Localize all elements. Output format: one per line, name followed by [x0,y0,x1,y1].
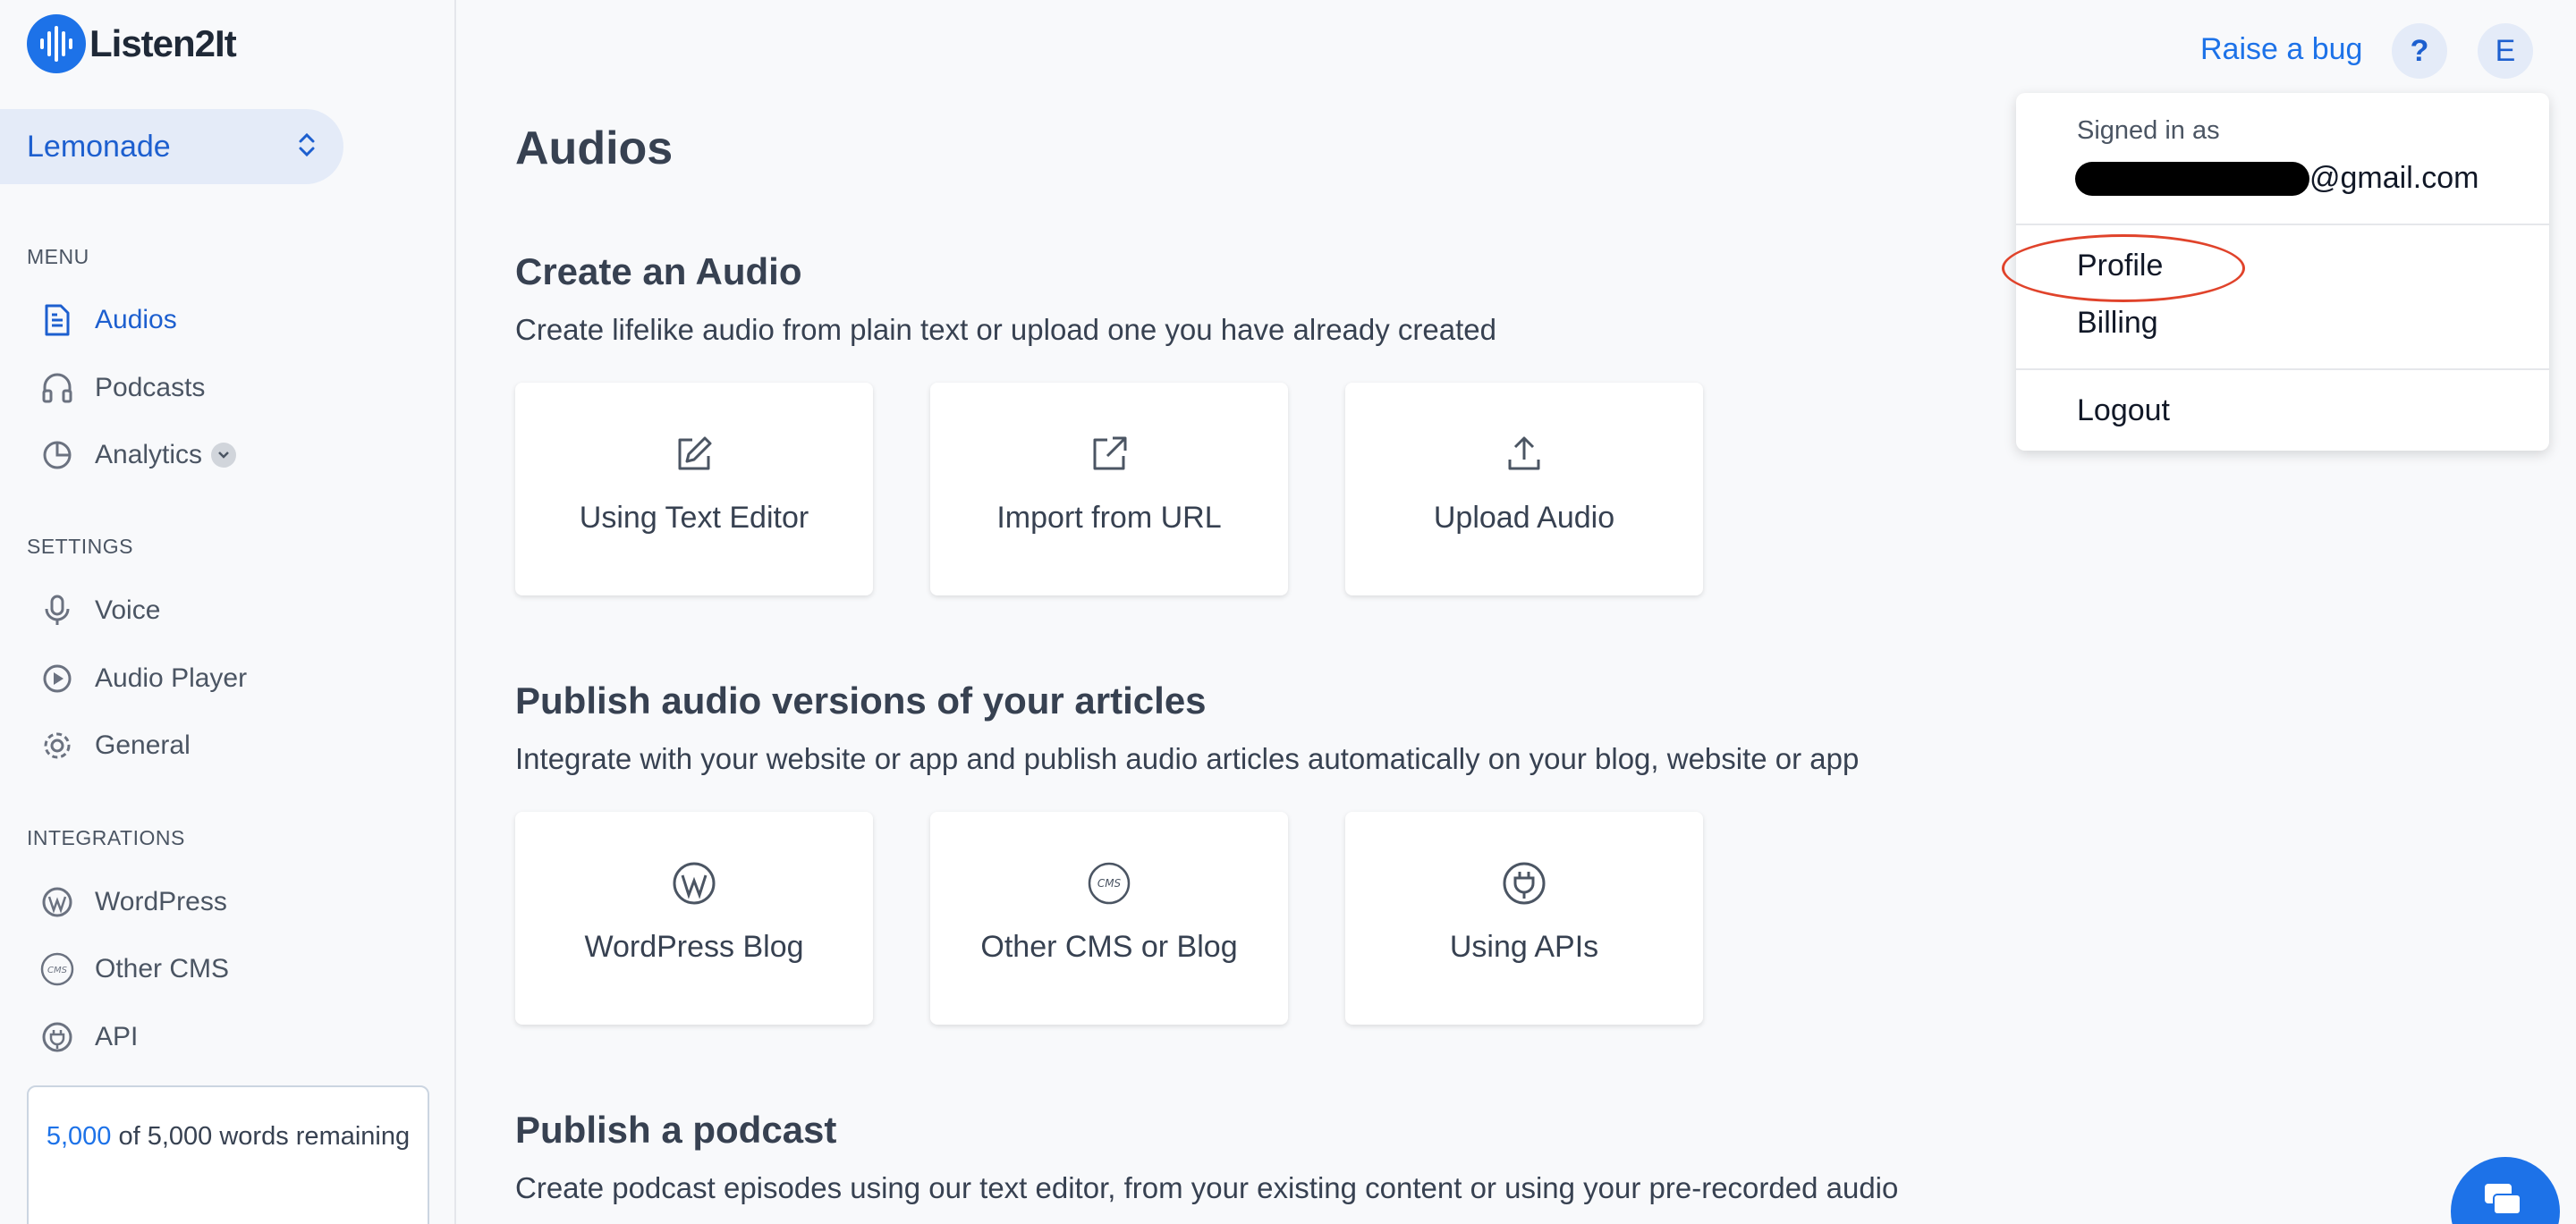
microphone-icon [39,593,75,629]
pie-chart-icon [39,437,75,473]
section-title-publish-articles: Publish audio versions of your articles [515,680,1207,722]
waveform-logo-icon [27,14,86,73]
wordpress-icon [669,858,719,908]
chevron-down-icon[interactable] [211,443,237,468]
divider [2016,368,2549,370]
card-label: Using Text Editor [579,501,809,535]
settings-section-label: SETTINGS [27,535,134,558]
sidebar-item-label: Podcasts [95,373,206,402]
sidebar-item-analytics[interactable]: Analytics [39,433,237,477]
sidebar-item-audios[interactable]: Audios [39,298,177,342]
section-desc-podcast: Create podcast episodes using our text e… [515,1171,1899,1204]
section-title-create: Create an Audio [515,250,802,292]
card-text-editor[interactable]: Using Text Editor [515,383,873,595]
svg-text:CMS: CMS [47,966,68,975]
play-circle-icon [39,661,75,696]
sidebar-item-audio-player[interactable]: Audio Player [39,656,247,701]
cms-icon: CMS [1084,858,1134,908]
card-label: Using APIs [1449,930,1599,964]
svg-text:CMS: CMS [1097,877,1122,890]
gear-icon [39,728,75,764]
logout-menu-item[interactable]: Logout [2077,393,2170,428]
card-wordpress-blog[interactable]: WordPress Blog [515,812,873,1025]
sidebar-item-label: WordPress [95,887,227,916]
workspace-selector[interactable]: Lemonade [0,109,343,184]
section-desc-create: Create lifelike audio from plain text or… [515,313,1496,346]
divider [2016,224,2549,225]
plug-icon [1499,858,1549,908]
edit-icon [669,429,719,479]
chat-widget-button[interactable] [2451,1157,2560,1224]
document-icon [39,302,75,338]
card-label: Import from URL [996,501,1222,535]
card-label: WordPress Blog [584,930,804,964]
words-used: 5,000 [46,1122,112,1151]
email-domain: @gmail.com [2309,161,2479,195]
logo-text: Listen2It [89,22,237,64]
chevron-up-down-icon [297,131,317,164]
sidebar-item-voice[interactable]: Voice [39,588,160,633]
sidebar-item-other-cms[interactable]: CMS Other CMS [39,947,229,992]
sidebar-item-general[interactable]: General [39,723,191,768]
sidebar: Listen2It Lemonade MENU Audios Podcasts … [0,0,456,1224]
sidebar-item-api[interactable]: API [39,1015,138,1059]
avatar-button[interactable]: E [2478,23,2533,79]
headphones-icon [39,370,75,406]
words-remaining-text: of 5,000 words remaining [111,1122,411,1151]
section-title-podcast: Publish a podcast [515,1109,837,1151]
sidebar-item-label: Audio Player [95,663,248,693]
sidebar-item-label: General [95,730,191,760]
section-desc-publish-articles: Integrate with your website or app and p… [515,742,1860,775]
logo[interactable]: Listen2It [27,14,237,73]
raise-bug-link[interactable]: Raise a bug [2200,32,2362,67]
menu-section-label: MENU [27,245,89,268]
card-label: Other CMS or Blog [980,930,1238,964]
sidebar-item-label: API [95,1022,139,1051]
signed-in-label: Signed in as [2077,116,2220,145]
chat-icon [2483,1182,2522,1222]
sidebar-item-label: Audios [95,305,177,334]
card-upload-audio[interactable]: Upload Audio [1345,383,1703,595]
upload-icon [1499,429,1549,479]
external-link-icon [1084,429,1134,479]
card-import-url[interactable]: Import from URL [930,383,1288,595]
cms-icon: CMS [39,951,75,987]
plug-icon [39,1019,75,1055]
words-remaining-box: 5,000 of 5,000 words remaining [27,1085,429,1224]
card-using-apis[interactable]: Using APIs [1345,812,1703,1025]
workspace-name: Lemonade [27,129,171,164]
sidebar-item-wordpress[interactable]: WordPress [39,880,227,924]
sidebar-item-label: Other CMS [95,954,230,983]
integrations-section-label: INTEGRATIONS [27,826,185,849]
user-email: @gmail.com [2075,161,2479,196]
wordpress-icon [39,884,75,920]
page-title: Audios [515,122,674,174]
help-button[interactable]: ? [2392,23,2447,79]
card-other-cms[interactable]: CMS Other CMS or Blog [930,812,1288,1025]
card-label: Upload Audio [1433,501,1615,535]
redacted-email [2075,161,2309,196]
sidebar-item-podcasts[interactable]: Podcasts [39,366,205,410]
sidebar-item-label: Voice [95,595,161,625]
billing-menu-item[interactable]: Billing [2077,306,2158,341]
profile-highlight-annotation [2002,234,2245,302]
sidebar-item-label: Analytics [95,440,203,469]
